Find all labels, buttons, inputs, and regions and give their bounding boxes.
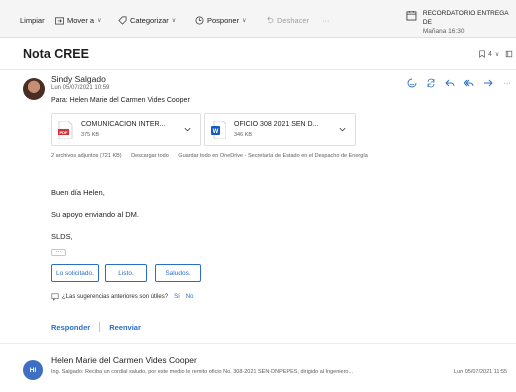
thread-actions: 4 ∨ — [478, 50, 513, 58]
reply-icon — [445, 79, 455, 87]
message-count: 4 — [488, 50, 492, 58]
undo-icon — [267, 16, 274, 23]
message-date: Lun 05/07/2021 10:59 — [51, 85, 110, 91]
download-all-link[interactable]: Descargar todo — [131, 153, 169, 159]
limpiar-label: Limpiar — [20, 15, 45, 25]
suggested-reply-button[interactable]: Listo. — [105, 264, 147, 282]
next-message-preview[interactable]: Ing. Salgado: Reciba un cordial saludo, … — [51, 369, 353, 375]
reply-button[interactable] — [444, 77, 456, 89]
suggested-reply-button[interactable]: Saludos. — [155, 264, 201, 282]
chevron-down-icon: ∨ — [242, 17, 247, 24]
chevron-down-icon[interactable] — [338, 125, 347, 134]
undo-label: Deshacer — [277, 15, 310, 25]
calendar-icon — [406, 10, 417, 21]
clock-icon — [195, 16, 204, 24]
attachments-count: 2 archivos adjuntos (721 KB) — [51, 153, 122, 159]
suggestions-feedback: ¿Las sugerencias anteriores son útiles? … — [51, 293, 193, 301]
body-greeting: Buen día Helen, — [51, 188, 105, 197]
attachment-card[interactable]: W OFICIO 308 2021 SEN D... 346 KB — [204, 113, 356, 146]
more-actions-button[interactable]: ··· — [501, 77, 513, 89]
feedback-yes-link[interactable]: Sí — [174, 294, 180, 300]
separator — [99, 322, 101, 332]
reply-all-icon — [464, 79, 474, 87]
feedback-no-link[interactable]: No — [186, 294, 194, 300]
categorize-button[interactable]: Categorizar ∨ — [118, 13, 176, 27]
body-closing: SLDS, — [51, 232, 73, 241]
sender-name[interactable]: Sindy Salgado — [51, 74, 106, 84]
email-subject: Nota CREE — [23, 47, 89, 61]
undo-button[interactable]: Deshacer — [265, 13, 309, 27]
forward-button[interactable] — [482, 77, 494, 89]
chevron-down-icon: ∨ — [97, 17, 102, 24]
forward-link[interactable]: Reenviar — [109, 323, 141, 332]
reply-all-button[interactable] — [463, 77, 475, 89]
word-file-icon: W — [211, 121, 226, 139]
tag-icon — [118, 16, 127, 25]
avatar[interactable] — [23, 78, 45, 100]
categorize-label: Categorizar — [130, 15, 169, 25]
snooze-label: Posponer — [207, 15, 240, 25]
svg-text:W: W — [213, 129, 219, 135]
move-to-label: Mover a — [67, 15, 95, 25]
command-bar: Limpiar Mover a ∨ Categorizar ∨ Posponer… — [0, 0, 516, 38]
feedback-icon — [51, 293, 59, 301]
reminder-title: RECORDATORIO ENTREGA DE — [422, 10, 509, 26]
subject-bar: Nota CREE 4 ∨ — [0, 38, 516, 70]
reply-link[interactable]: Responder — [51, 323, 90, 332]
next-message-sender[interactable]: Helen Marie del Carmen Vides Cooper — [51, 355, 197, 365]
chevron-down-icon[interactable] — [183, 125, 192, 134]
divider — [0, 343, 516, 344]
save-to-onedrive-link[interactable]: Guardar todo en OneDrive - Secretaría de… — [178, 153, 368, 159]
reminder-text: RECORDATORIO ENTREGA DE Mañana 16:30 — [422, 6, 516, 35]
chevron-down-icon: ∨ — [171, 17, 177, 24]
recipients: Para: Helen Marie del Carmen Vides Coope… — [51, 97, 190, 104]
avatar[interactable]: HI — [23, 360, 43, 380]
svg-text:PDF: PDF — [60, 130, 69, 135]
show-quoted-text-button[interactable]: ··· — [51, 249, 66, 256]
attachment-size: 346 KB — [234, 132, 253, 138]
limpiar-button[interactable]: Limpiar — [20, 13, 45, 27]
body-line: Su apoyo enviando al DM. — [51, 210, 139, 219]
more-commands-button[interactable]: ··· — [322, 13, 330, 27]
smiley-icon — [407, 78, 417, 88]
forward-arrow-icon — [484, 79, 493, 87]
reminder-time: Mañana 16:30 — [422, 28, 465, 35]
folder-move-icon — [55, 16, 64, 24]
reply-actions: Responder Reenviar — [51, 322, 141, 332]
pdf-file-icon: PDF — [58, 121, 73, 139]
move-to-button[interactable]: Mover a ∨ — [55, 13, 102, 27]
snooze-button[interactable]: Posponer ∨ — [195, 13, 247, 27]
attachment-name: OFICIO 308 2021 SEN D... — [234, 121, 319, 128]
attachment-size: 375 KB — [81, 132, 100, 138]
popout-icon[interactable] — [505, 50, 513, 58]
more-label: ··· — [322, 15, 330, 25]
loop-button[interactable] — [425, 77, 437, 89]
next-message-date: Lun 05/07/2021 11:55 — [454, 369, 508, 375]
chevron-down-icon[interactable]: ∨ — [495, 51, 499, 58]
attachments-summary: 2 archivos adjuntos (721 KB) Descargar t… — [51, 153, 376, 159]
suggested-reply-button[interactable]: Lo solicitado. — [51, 264, 99, 282]
sentiment-button[interactable] — [406, 77, 418, 89]
loop-icon — [427, 78, 435, 88]
attachment-name: COMUNICACION INTER... — [81, 121, 166, 128]
message-actions: ··· — [406, 77, 513, 89]
tag-icon[interactable] — [478, 50, 486, 58]
reminder-notification[interactable]: RECORDATORIO ENTREGA DE Mañana 16:30 — [406, 6, 516, 35]
attachment-card[interactable]: PDF COMUNICACION INTER... 375 KB — [51, 113, 201, 146]
feedback-question: ¿Las sugerencias anteriores son útiles? — [62, 294, 169, 300]
